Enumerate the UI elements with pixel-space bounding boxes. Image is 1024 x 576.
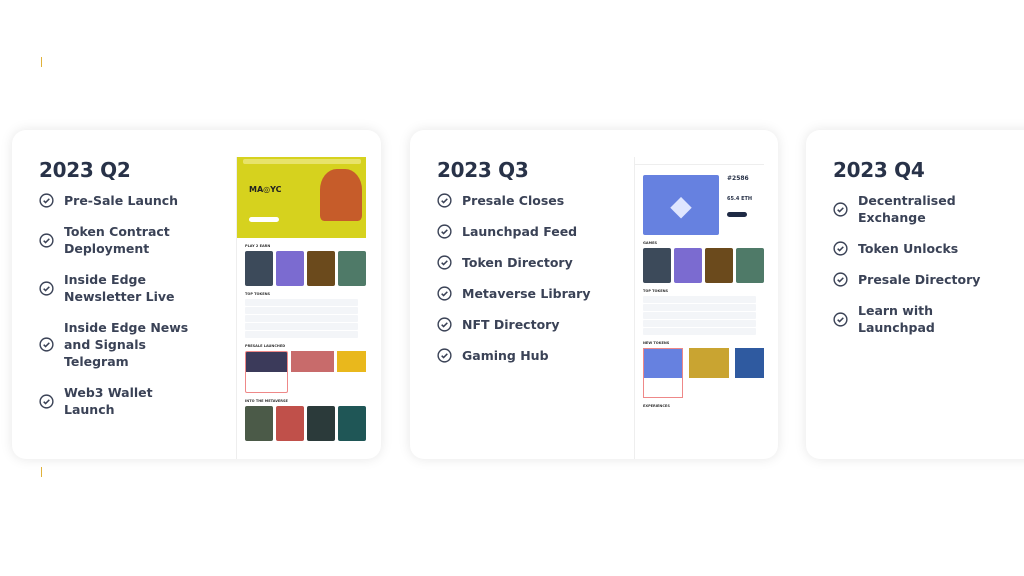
- milestone-label: Metaverse Library: [462, 286, 591, 301]
- milestone-item: Launchpad Feed: [437, 223, 597, 240]
- milestone-item: Presale Directory: [833, 271, 1003, 288]
- check-circle-icon: [833, 311, 848, 327]
- nft-id: #2586: [727, 175, 749, 182]
- milestone-label: Gaming Hub: [462, 348, 549, 363]
- milestone-item: Inside Edge News and Signals Telegram: [39, 319, 199, 370]
- milestone-label: Decentralised Exchange: [858, 193, 956, 225]
- milestone-item: Decentralised Exchange: [833, 192, 1003, 226]
- check-circle-icon: [833, 241, 848, 256]
- card-title: 2023 Q2: [39, 158, 131, 182]
- buy-button: [727, 212, 747, 217]
- milestone-item: Presale Closes: [437, 192, 597, 209]
- accent-tick: [41, 467, 42, 477]
- milestone-label: Inside Edge News and Signals Telegram: [64, 320, 189, 369]
- milestone-label: Learn with Launchpad: [858, 303, 935, 335]
- section-label: TOP TOKENS: [245, 292, 271, 296]
- milestone-label: Inside Edge Newsletter Live: [64, 272, 175, 304]
- milestone-item: Metaverse Library: [437, 285, 597, 302]
- milestone-label: NFT Directory: [462, 317, 560, 332]
- roadmap-card-q4: 2023 Q4 Decentralised Exchange Token Unlo…: [806, 130, 1024, 459]
- check-circle-icon: [437, 193, 452, 208]
- section-label: TOP TOKENS: [643, 289, 669, 293]
- milestone-item: Token Unlocks: [833, 240, 1003, 257]
- section-label: PLAY 2 EARN: [245, 244, 271, 248]
- check-circle-icon: [833, 272, 848, 287]
- check-circle-icon: [437, 224, 452, 239]
- app-screenshot: MA◎YC PLAY 2 EARN TOP TOKENS PRESALE LAU…: [236, 157, 366, 459]
- milestone-label: Token Contract Deployment: [64, 224, 170, 256]
- section-label: NEW TOKENS: [643, 341, 670, 345]
- milestone-label: Launchpad Feed: [462, 224, 578, 239]
- check-circle-icon: [39, 193, 54, 208]
- milestone-list: Pre-Sale Launch Token Contract Deployment…: [39, 192, 199, 432]
- check-circle-icon: [437, 348, 452, 363]
- milestone-item: Inside Edge Newsletter Live: [39, 271, 199, 305]
- milestone-label: Presale Closes: [462, 193, 565, 208]
- milestone-item: Web3 Wallet Launch: [39, 384, 199, 418]
- milestone-item: Token Contract Deployment: [39, 223, 199, 257]
- ethereum-icon: ◆: [643, 175, 719, 235]
- milestone-item: NFT Directory: [437, 316, 597, 333]
- check-circle-icon: [39, 337, 54, 352]
- check-circle-icon: [39, 280, 54, 296]
- milestone-item: Gaming Hub: [437, 347, 597, 364]
- app-screenshot: ◆ #2586 65.4 ETH GAMES TOP TOKENS NEW TO…: [634, 157, 764, 459]
- card-title: 2023 Q4: [833, 158, 925, 182]
- section-label: INTO THE METAVERSE: [245, 399, 288, 403]
- milestone-list: Decentralised Exchange Token Unlocks Presa…: [833, 192, 1003, 350]
- card-title: 2023 Q3: [437, 158, 529, 182]
- check-circle-icon: [437, 286, 452, 301]
- milestone-label: Web3 Wallet Launch: [64, 385, 153, 417]
- roadmap-card-q2: 2023 Q2 Pre-Sale Launch Token Contract De…: [12, 130, 381, 459]
- check-circle-icon: [437, 317, 452, 332]
- roadmap-card-q3: 2023 Q3 Presale Closes Launchpad Feed Toke…: [410, 130, 778, 459]
- check-circle-icon: [39, 393, 54, 409]
- milestone-list: Presale Closes Launchpad Feed Token Direct…: [437, 192, 597, 378]
- milestone-label: Presale Directory: [858, 272, 981, 287]
- check-circle-icon: [437, 255, 452, 270]
- check-circle-icon: [833, 201, 848, 217]
- milestone-item: Token Directory: [437, 254, 597, 271]
- check-circle-icon: [39, 232, 54, 248]
- milestone-label: Token Directory: [462, 255, 573, 270]
- milestone-label: Token Unlocks: [858, 241, 959, 256]
- milestone-item: Pre-Sale Launch: [39, 192, 199, 209]
- milestone-label: Pre-Sale Launch: [64, 193, 179, 208]
- accent-tick: [41, 57, 42, 67]
- section-label: PRESALE LAUNCHED: [245, 344, 286, 348]
- milestone-item: Learn with Launchpad: [833, 302, 1003, 336]
- section-label: GAMES: [643, 241, 657, 245]
- nft-price: 65.4 ETH: [727, 196, 753, 202]
- section-label: EXPERIENCES: [643, 404, 670, 408]
- hero-banner: MA◎YC: [237, 157, 366, 238]
